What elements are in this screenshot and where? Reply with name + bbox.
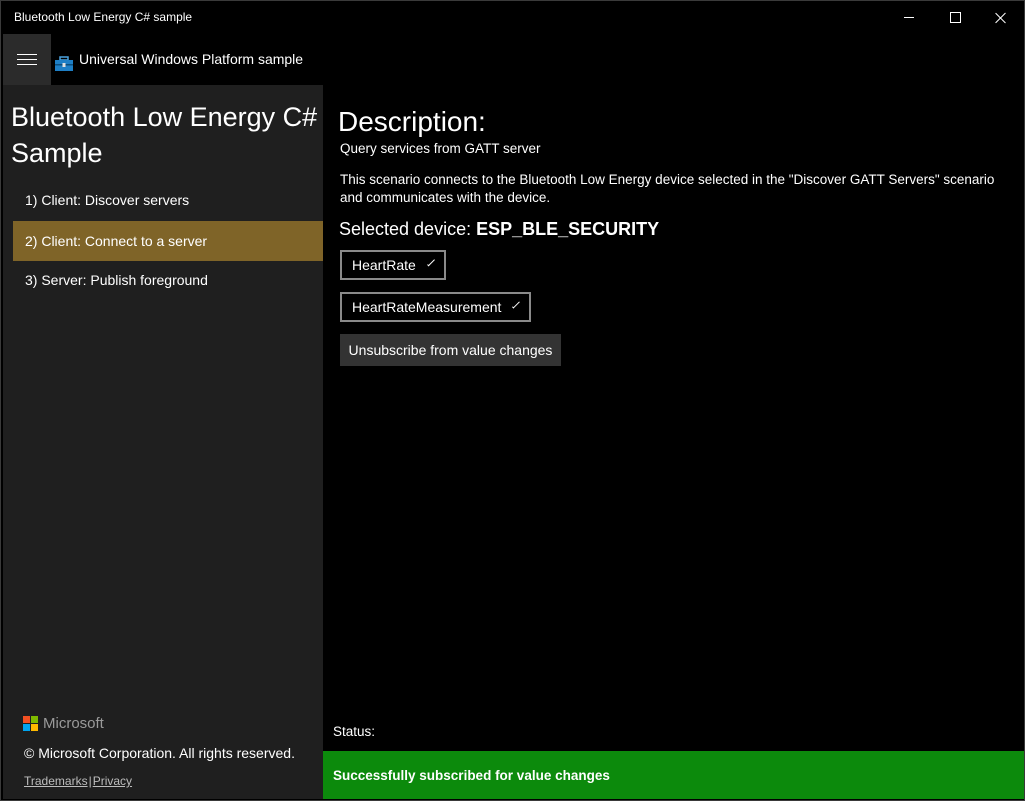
sidebar-item-label: 1) Client: Discover servers bbox=[25, 192, 190, 208]
status-message: Successfully subscribed for value change… bbox=[333, 767, 610, 783]
privacy-link[interactable]: Privacy bbox=[93, 774, 132, 788]
app-window: Bluetooth Low Energy C# sample Universal… bbox=[0, 0, 1025, 801]
minimize-button[interactable] bbox=[886, 1, 932, 34]
sidebar-item-discover-servers[interactable]: 1) Client: Discover servers bbox=[13, 180, 323, 220]
close-button[interactable] bbox=[978, 1, 1024, 34]
service-combobox-value: HeartRate bbox=[352, 257, 416, 273]
minimize-icon bbox=[904, 17, 914, 18]
selected-device-line: Selected device: ESP_BLE_SECURITY bbox=[339, 219, 659, 240]
footer-links: Trademarks|Privacy bbox=[24, 774, 132, 788]
sidebar-item-publish-foreground[interactable]: 3) Server: Publish foreground bbox=[13, 260, 323, 300]
status-label: Status: bbox=[333, 724, 376, 739]
close-icon bbox=[995, 12, 1007, 24]
selected-device-label: Selected device: bbox=[339, 219, 472, 239]
toolbox-icon bbox=[55, 56, 73, 71]
copyright-text: © Microsoft Corporation. All rights rese… bbox=[24, 745, 295, 761]
characteristic-combobox[interactable]: HeartRateMeasurement bbox=[340, 292, 531, 322]
selected-device-name: ESP_BLE_SECURITY bbox=[476, 219, 660, 239]
sidebar: Bluetooth Low Energy C# Sample 1) Client… bbox=[3, 85, 323, 799]
hamburger-button[interactable] bbox=[3, 34, 51, 85]
chevron-down-icon bbox=[426, 258, 435, 267]
maximize-button[interactable] bbox=[932, 1, 978, 34]
status-bar: Successfully subscribed for value change… bbox=[323, 751, 1024, 799]
sidebar-item-label: 3) Server: Publish foreground bbox=[25, 272, 208, 288]
trademarks-link[interactable]: Trademarks bbox=[24, 774, 88, 788]
description-subtitle: Query services from GATT server bbox=[340, 141, 541, 156]
characteristic-combobox-value: HeartRateMeasurement bbox=[352, 299, 502, 315]
sidebar-title: Bluetooth Low Energy C# Sample bbox=[11, 102, 318, 168]
title-bar: Bluetooth Low Energy C# sample bbox=[1, 1, 1024, 34]
microsoft-brand-text: Microsoft bbox=[43, 715, 104, 732]
app-title: Universal Windows Platform sample bbox=[79, 51, 304, 67]
window-title: Bluetooth Low Energy C# sample bbox=[14, 10, 193, 24]
service-combobox[interactable]: HeartRate bbox=[340, 250, 446, 280]
description-heading: Description: bbox=[338, 106, 486, 137]
maximize-icon bbox=[949, 12, 961, 23]
chevron-down-icon bbox=[512, 300, 520, 309]
sidebar-item-label: 2) Client: Connect to a server bbox=[25, 233, 208, 249]
hamburger-icon bbox=[17, 53, 37, 66]
unsubscribe-button[interactable]: Unsubscribe from value changes bbox=[340, 334, 561, 366]
microsoft-logo: Microsoft bbox=[23, 715, 104, 732]
sidebar-item-connect-server[interactable]: 2) Client: Connect to a server bbox=[13, 221, 323, 261]
microsoft-squares-icon bbox=[23, 715, 39, 732]
description-body: This scenario connects to the Bluetooth … bbox=[340, 172, 995, 205]
link-separator: | bbox=[88, 774, 92, 788]
